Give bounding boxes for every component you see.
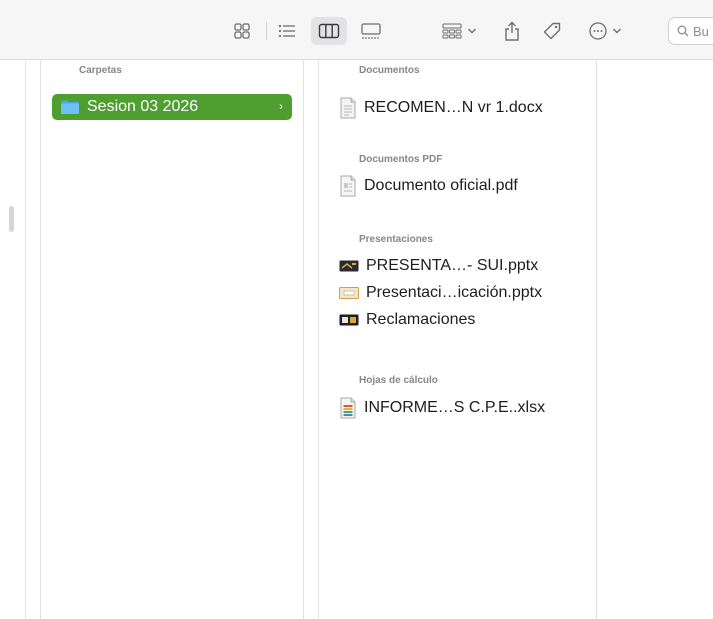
tag-button[interactable] [539,17,565,45]
column-divider[interactable] [303,60,304,619]
column-view-icon [318,23,340,39]
file-item-pdf[interactable]: Documento oficial.pdf [339,175,518,197]
file-item-xlsx[interactable]: INFORME…S C.P.E..xlsx [339,397,545,419]
pdf-file-icon [340,175,356,197]
file-item-docx[interactable]: RECOMEN…N vr 1.docx [339,97,543,119]
list-view-button[interactable] [274,17,300,45]
column-view-button[interactable] [311,17,347,45]
pptx-file-icon [339,260,359,272]
search-field[interactable] [668,17,713,45]
file-name: RECOMEN…N vr 1.docx [364,99,543,116]
folders-column-header: Carpetas [79,65,122,76]
section-title-documentos: Documentos [359,65,420,76]
group-menu-button[interactable] [436,17,482,45]
more-actions-button[interactable] [584,17,626,45]
folder-item-label: Sesion 03 2026 [87,98,199,115]
keynote-file-icon [339,314,359,326]
docx-file-icon [340,97,356,119]
finder-window: Carpetas Sesion 03 2026 › Documentos REC… [0,0,713,619]
section-title-presentaciones: Presentaciones [359,234,433,245]
file-item-pptx-sui[interactable]: PRESENTA…- SUI.pptx [339,255,538,277]
icon-view-icon [234,23,250,39]
list-view-icon [278,24,295,38]
file-item-pptx-presentacion[interactable]: Presentaci…icación.pptx [339,282,542,304]
gallery-view-icon [361,23,381,39]
file-name: PRESENTA…- SUI.pptx [366,257,539,274]
file-item-reclamaciones[interactable]: Reclamaciones [339,309,475,331]
column-divider[interactable] [25,60,26,619]
column-divider[interactable] [596,60,597,619]
folder-item-sesion[interactable]: Sesion 03 2026 › [52,94,292,120]
folder-icon [61,100,79,114]
file-name: INFORME…S C.P.E..xlsx [364,399,546,416]
file-name: Documento oficial.pdf [364,177,518,194]
icon-view-button[interactable] [229,17,255,45]
group-icon [442,23,462,39]
file-name: Presentaci…icación.pptx [366,284,543,301]
gallery-view-button[interactable] [356,17,386,45]
chevron-down-icon [468,28,476,34]
search-input[interactable] [693,23,713,39]
xlsx-file-icon [340,397,356,419]
search-icon [677,25,689,37]
section-title-hojas-de-calculo: Hojas de cálculo [359,375,438,386]
chevron-down-icon [613,28,621,34]
sidebar-resize-handle[interactable] [9,206,14,232]
chevron-right-icon: › [279,99,283,113]
more-icon [589,22,607,40]
section-title-documentos-pdf: Documentos PDF [359,154,443,165]
file-name: Reclamaciones [366,311,476,328]
pptx-file-icon [339,287,359,299]
column-divider[interactable] [318,60,319,619]
share-icon [505,21,519,41]
share-button[interactable] [500,17,524,45]
column-divider[interactable] [40,60,41,619]
toolbar [0,0,713,60]
tag-icon [543,22,561,40]
